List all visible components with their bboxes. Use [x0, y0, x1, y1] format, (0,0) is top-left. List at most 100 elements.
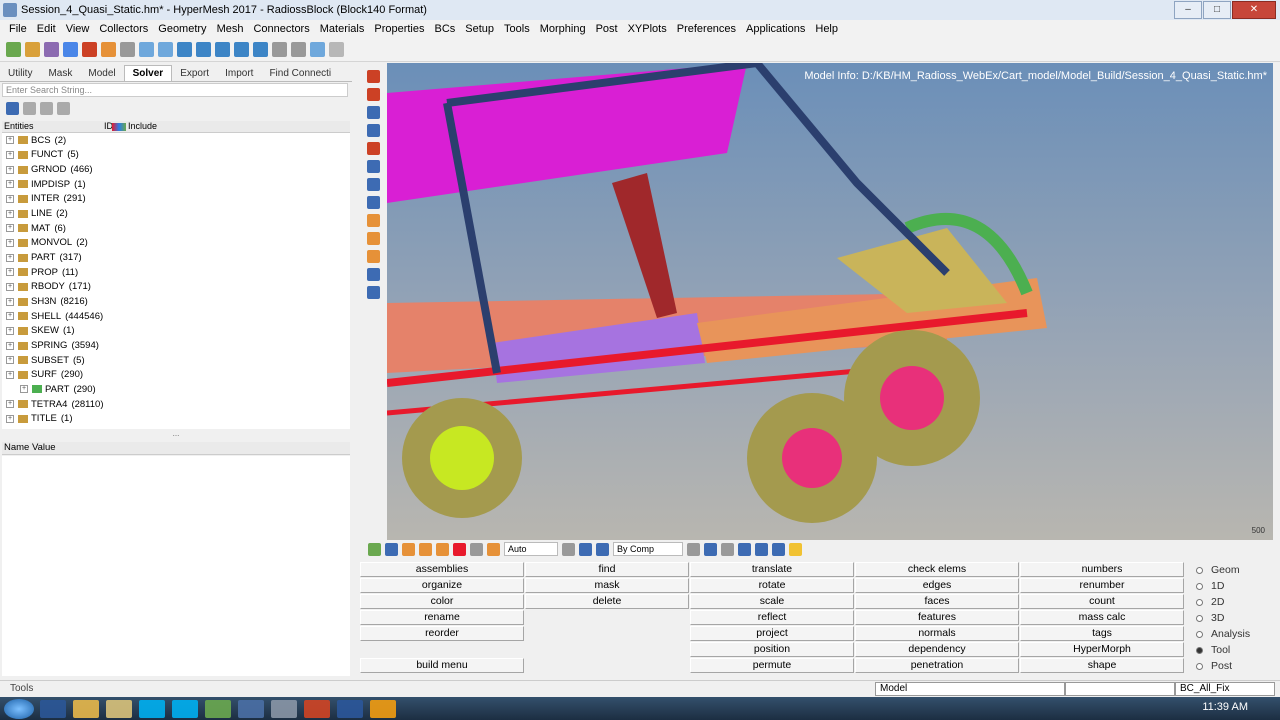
menu-preferences[interactable]: Preferences: [672, 23, 741, 35]
radio-post[interactable]: Post: [1188, 658, 1278, 674]
splitter-handle[interactable]: ...: [2, 429, 350, 441]
assemblies-button[interactable]: assemblies: [360, 562, 524, 577]
screen-icon[interactable]: [772, 542, 785, 556]
expand-toggle-icon[interactable]: +: [6, 312, 14, 321]
tree-row[interactable]: + PART (317): [2, 250, 350, 265]
star-icon[interactable]: [789, 542, 802, 556]
mass-calc-button[interactable]: mass calc: [1020, 610, 1184, 625]
visualization-icon[interactable]: [562, 542, 575, 556]
new-icon[interactable]: [6, 42, 21, 57]
tree-row[interactable]: + MAT (6): [2, 221, 350, 236]
menu-mesh[interactable]: Mesh: [212, 23, 249, 35]
rotate-icon[interactable]: [158, 42, 173, 57]
permute-button[interactable]: permute: [690, 658, 854, 673]
organize-button[interactable]: organize: [360, 578, 524, 593]
vtool-icon-11[interactable]: [366, 250, 380, 263]
pan-icon[interactable]: [139, 42, 154, 57]
view-top-icon[interactable]: [177, 42, 192, 57]
undo-icon[interactable]: [329, 42, 344, 57]
tree-row[interactable]: + IMPDISP (1): [2, 177, 350, 192]
word-icon[interactable]: [337, 699, 363, 718]
vtool-icon-2[interactable]: [366, 88, 380, 101]
mask-button[interactable]: mask: [525, 578, 689, 593]
expand-toggle-icon[interactable]: +: [6, 194, 14, 203]
status-include[interactable]: BC_All_Fix: [1175, 682, 1275, 696]
filter-icon[interactable]: [23, 101, 36, 115]
fit-icon[interactable]: [272, 42, 287, 57]
tree-row[interactable]: + BCS (2): [2, 133, 350, 148]
delete-icon[interactable]: [453, 542, 466, 556]
vtool-icon-9[interactable]: [366, 214, 380, 227]
open-icon[interactable]: [25, 42, 40, 57]
menu-view[interactable]: View: [61, 23, 95, 35]
minimize-button[interactable]: –: [1174, 1, 1202, 19]
view-left-icon[interactable]: [215, 42, 230, 57]
expand-toggle-icon[interactable]: +: [6, 341, 14, 350]
dependency-button[interactable]: dependency: [855, 642, 1019, 657]
expand-toggle-icon[interactable]: +: [6, 356, 14, 365]
hand-icon[interactable]: [291, 42, 306, 57]
menu-geometry[interactable]: Geometry: [153, 23, 211, 35]
expand-toggle-icon[interactable]: +: [6, 297, 14, 306]
tab-model[interactable]: Model: [80, 66, 123, 81]
menu-connectors[interactable]: Connectors: [248, 23, 314, 35]
export-icon[interactable]: [82, 42, 97, 57]
check-elems-button[interactable]: check elems: [855, 562, 1019, 577]
find-icon[interactable]: [487, 542, 500, 556]
expand-toggle-icon[interactable]: +: [6, 253, 14, 262]
expand-toggle-icon[interactable]: +: [20, 385, 28, 394]
menu-setup[interactable]: Setup: [460, 23, 499, 35]
collapse-icon[interactable]: [57, 101, 70, 115]
expand-toggle-icon[interactable]: +: [6, 180, 14, 189]
expand-toggle-icon[interactable]: +: [6, 165, 14, 174]
import-icon[interactable]: [63, 42, 78, 57]
tree-row[interactable]: + GRNOD (466): [2, 162, 350, 177]
tree-row[interactable]: + LINE (2): [2, 206, 350, 221]
menu-bcs[interactable]: BCs: [430, 23, 461, 35]
zoom-icon[interactable]: [120, 42, 135, 57]
position-button[interactable]: position: [690, 642, 854, 657]
powerpoint-icon[interactable]: [304, 699, 330, 718]
mesh-icon[interactable]: [687, 542, 700, 556]
radio-geom[interactable]: Geom: [1188, 562, 1278, 578]
spin-icon[interactable]: [310, 42, 325, 57]
vtool-icon-4[interactable]: [366, 124, 380, 137]
expand-toggle-icon[interactable]: +: [6, 150, 14, 159]
close-button[interactable]: ✕: [1232, 1, 1276, 19]
faces-button[interactable]: faces: [855, 594, 1019, 609]
tags-button[interactable]: tags: [1020, 626, 1184, 641]
window-icon[interactable]: [271, 699, 297, 718]
menu-morphing[interactable]: Morphing: [535, 23, 591, 35]
menu-file[interactable]: File: [4, 23, 32, 35]
features-button[interactable]: features: [855, 610, 1019, 625]
build-menu-button[interactable]: build menu: [360, 658, 524, 673]
isolate-icon[interactable]: [402, 542, 415, 556]
wireframe-icon[interactable]: [596, 542, 609, 556]
mask-icon[interactable]: [470, 542, 483, 556]
hypermesh-icon[interactable]: [238, 699, 264, 718]
radio-2d[interactable]: 2D: [1188, 594, 1278, 610]
menu-applications[interactable]: Applications: [741, 23, 810, 35]
tree-row[interactable]: + SH3N (8216): [2, 294, 350, 309]
display-icon[interactable]: [368, 542, 381, 556]
numbers-button[interactable]: numbers: [1020, 562, 1184, 577]
reflect-button[interactable]: reflect: [690, 610, 854, 625]
expand-toggle-icon[interactable]: +: [6, 224, 14, 233]
vtool-icon-6[interactable]: [366, 160, 380, 173]
tree-row[interactable]: + TETRA4 (28110): [2, 397, 350, 412]
app-taskbar-icon[interactable]: [370, 699, 396, 718]
vtool-icon-12[interactable]: [366, 268, 380, 281]
expand-toggle-icon[interactable]: +: [6, 400, 14, 409]
edges-button[interactable]: edges: [855, 578, 1019, 593]
normals-button[interactable]: normals: [855, 626, 1019, 641]
tree-row[interactable]: + MONVOL (2): [2, 236, 350, 251]
explorer-icon[interactable]: [106, 699, 132, 718]
tab-find-connecti[interactable]: Find Connecti: [261, 66, 339, 81]
view-bottom-icon[interactable]: [196, 42, 211, 57]
expand-toggle-icon[interactable]: +: [6, 326, 14, 335]
rotate-button[interactable]: rotate: [690, 578, 854, 593]
expand-toggle-icon[interactable]: +: [6, 414, 14, 423]
chrome-icon[interactable]: [73, 699, 99, 718]
expand-toggle-icon[interactable]: +: [6, 136, 14, 145]
show-icon[interactable]: [385, 542, 398, 556]
